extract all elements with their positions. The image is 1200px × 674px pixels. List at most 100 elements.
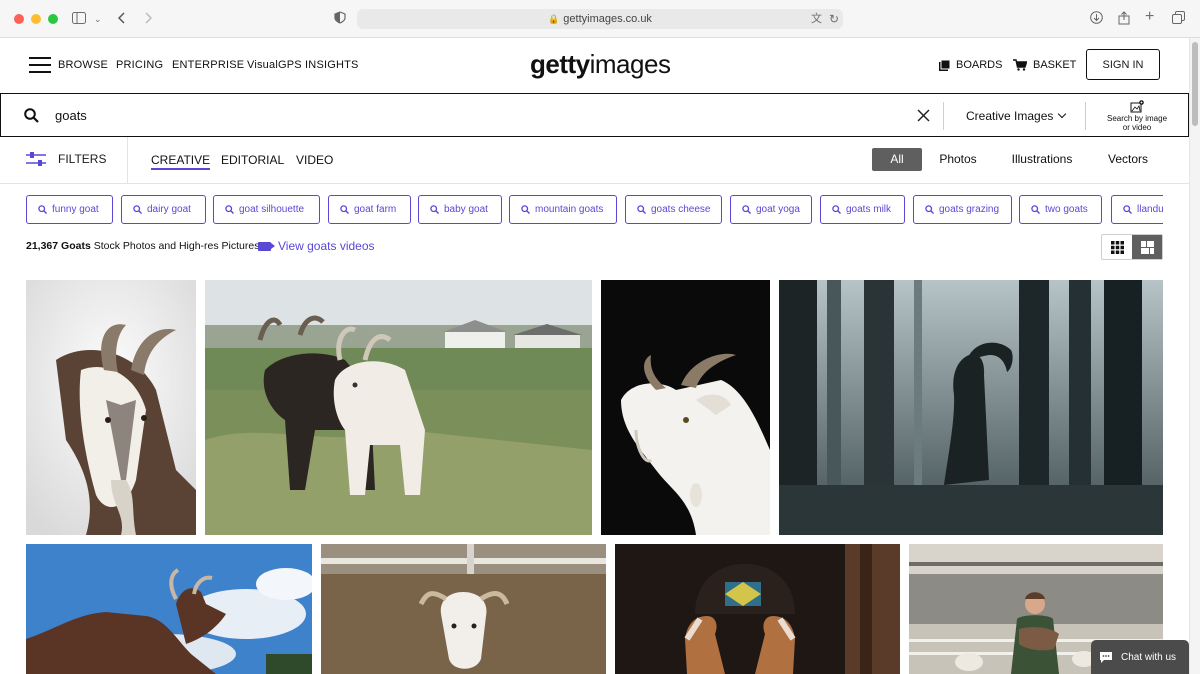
basket-icon: [1013, 59, 1027, 71]
filters-label: FILTERS: [58, 152, 107, 166]
nav-enterprise[interactable]: ENTERPRISE: [172, 59, 244, 71]
related-search-chip[interactable]: goats cheese: [625, 195, 722, 224]
type-filter-illustrations[interactable]: Illustrations: [1004, 148, 1080, 171]
search-bar: Creative Images Search by image or video: [0, 93, 1189, 137]
related-search-label: llandudno goats: [1137, 204, 1163, 215]
content-type-label: Creative Images: [966, 109, 1054, 123]
chat-button[interactable]: Chat with us: [1091, 640, 1189, 674]
search-icon: [133, 205, 142, 214]
search-icon: [340, 205, 349, 214]
sign-in-button[interactable]: SIGN IN: [1086, 49, 1160, 80]
boards-link[interactable]: BOARDS: [939, 59, 1002, 71]
clear-search-icon[interactable]: [917, 106, 930, 127]
related-search-label: funny goat: [52, 204, 99, 215]
related-search-chip[interactable]: dairy goat: [121, 195, 206, 224]
content-type-dropdown[interactable]: Creative Images: [966, 109, 1067, 123]
search-icon[interactable]: [24, 108, 39, 128]
chevron-down-icon[interactable]: ⌄: [94, 11, 102, 27]
search-icon: [225, 205, 234, 214]
image-result[interactable]: [321, 544, 606, 674]
search-icon: [38, 205, 47, 214]
search-icon: [1031, 205, 1040, 214]
related-search-chip[interactable]: baby goat: [418, 195, 502, 224]
forward-arrow-icon[interactable]: [144, 11, 153, 27]
results-suffix: Stock Photos and High-res Pictures: [93, 240, 260, 252]
download-icon[interactable]: [1090, 11, 1103, 27]
search-icon: [637, 205, 646, 214]
mosaic-icon: [1140, 240, 1154, 254]
search-icon: [430, 205, 439, 214]
search-by-image-line2: or video: [1122, 123, 1152, 132]
filter-row: FILTERS CREATIVE EDITORIAL VIDEO All Pho…: [0, 137, 1189, 184]
menu-icon[interactable]: [29, 57, 51, 73]
translate-icon[interactable]: 文: [811, 11, 822, 27]
share-icon[interactable]: [1118, 11, 1130, 28]
black-and-white-goats-field-photo: [205, 280, 592, 535]
tab-editorial[interactable]: EDITORIAL: [221, 153, 284, 167]
search-by-image-button[interactable]: Search by image or video: [1099, 100, 1175, 132]
scrollbar-thumb[interactable]: [1192, 42, 1198, 126]
chat-bubble-icon: [1100, 651, 1112, 663]
search-icon: [832, 205, 841, 214]
grid-view-button[interactable]: [1102, 235, 1132, 259]
type-filter-all[interactable]: All: [872, 148, 922, 171]
tab-creative[interactable]: CREATIVE: [151, 153, 211, 170]
basket-label: BASKET: [1033, 59, 1077, 71]
related-search-chip[interactable]: llandudno goats: [1111, 195, 1163, 224]
sidebar-toggle-icon[interactable]: [72, 11, 86, 27]
image-result[interactable]: [615, 544, 900, 674]
page-scrollbar[interactable]: [1189, 38, 1200, 674]
related-search-label: goats cheese: [651, 204, 711, 215]
related-search-chip[interactable]: goat silhouette: [213, 195, 320, 224]
view-videos-link[interactable]: View goats videos: [258, 239, 375, 253]
nav-browse[interactable]: BROWSE: [58, 59, 108, 71]
related-search-label: goats grazing: [939, 204, 1000, 215]
logo-text-bold: getty: [530, 49, 590, 79]
browser-toolbar: ⌄ 🔒 gettyimages.co.uk 文 ↻ +: [0, 0, 1200, 38]
search-icon: [1123, 205, 1132, 214]
related-search-label: goat silhouette: [239, 204, 305, 215]
related-search-chip[interactable]: goat yoga: [730, 195, 812, 224]
close-window-button[interactable]: [14, 13, 24, 24]
related-search-chip[interactable]: mountain goats: [509, 195, 617, 224]
reload-icon[interactable]: ↻: [829, 11, 839, 27]
privacy-shield-icon[interactable]: [334, 11, 346, 27]
image-result[interactable]: [205, 280, 592, 535]
mosaic-view-button[interactable]: [1132, 235, 1162, 259]
type-filter-photos[interactable]: Photos: [933, 148, 983, 171]
divider: [1085, 102, 1086, 130]
tab-overview-icon[interactable]: [1172, 11, 1185, 27]
image-result[interactable]: [26, 544, 312, 674]
image-result[interactable]: [601, 280, 770, 535]
type-filter-vectors[interactable]: Vectors: [1100, 148, 1156, 171]
related-search-chip[interactable]: funny goat: [26, 195, 113, 224]
zoom-window-button[interactable]: [48, 13, 58, 24]
basket-link[interactable]: BASKET: [1013, 59, 1076, 71]
brown-goat-sky-photo: [26, 544, 312, 674]
image-result[interactable]: [779, 280, 1163, 535]
tab-video[interactable]: VIDEO: [296, 153, 333, 167]
search-icon: [925, 205, 934, 214]
white-goat-farmyard-photo: [321, 544, 606, 674]
search-by-image-line1: Search by image: [1106, 114, 1168, 123]
new-tab-icon[interactable]: +: [1145, 9, 1154, 25]
nav-visualgps-insights[interactable]: VisualGPS INSIGHTS: [247, 59, 359, 71]
image-search-icon: [1130, 100, 1144, 113]
minimize-window-button[interactable]: [31, 13, 41, 24]
related-search-chip[interactable]: goats grazing: [913, 195, 1012, 224]
back-arrow-icon[interactable]: [117, 11, 126, 27]
image-result[interactable]: [26, 280, 196, 535]
nav-pricing[interactable]: PRICING: [116, 59, 163, 71]
related-search-chip[interactable]: two goats: [1019, 195, 1102, 224]
related-search-label: two goats: [1045, 204, 1088, 215]
address-bar[interactable]: 🔒 gettyimages.co.uk: [357, 9, 843, 29]
related-search-label: goat yoga: [756, 204, 800, 215]
related-search-chip[interactable]: goats milk: [820, 195, 905, 224]
search-icon: [742, 205, 751, 214]
search-input[interactable]: [55, 104, 755, 126]
related-search-label: baby goat: [444, 204, 488, 215]
filters-button[interactable]: FILTERS: [26, 152, 106, 166]
related-search-chip[interactable]: goat farm: [328, 195, 411, 224]
getty-images-logo[interactable]: gettyimages: [530, 49, 671, 80]
view-videos-label: View goats videos: [278, 239, 375, 253]
